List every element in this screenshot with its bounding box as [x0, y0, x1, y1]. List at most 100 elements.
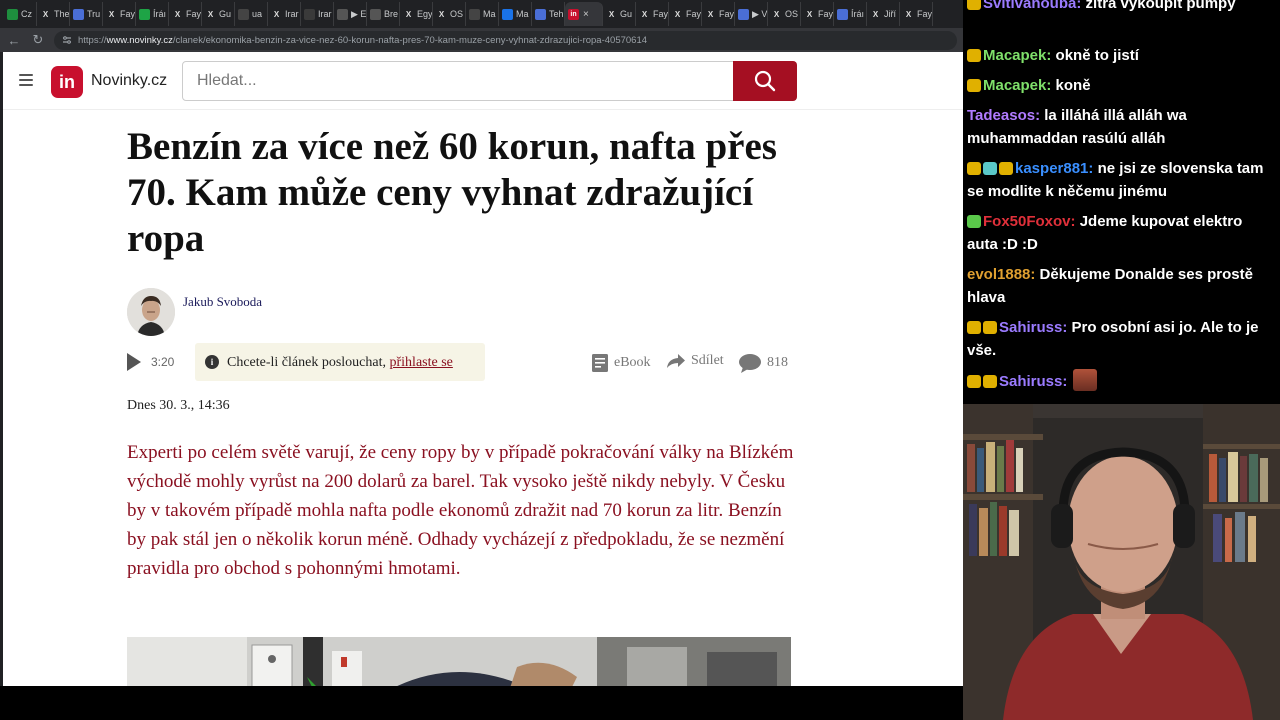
chat-badge-icon[interactable]	[967, 215, 981, 228]
browser-tab[interactable]: Bre	[367, 2, 400, 26]
search-input[interactable]	[182, 61, 734, 101]
x-logo-icon: X	[773, 9, 780, 19]
chat-username[interactable]: Sahiruss:	[999, 319, 1067, 336]
chat-badge-icon[interactable]	[983, 375, 997, 388]
article-perex: Experti po celém světě varují, že ceny r…	[127, 442, 794, 579]
browser-tab[interactable]: X Egy	[400, 2, 433, 26]
chat-username[interactable]: kasper881:	[1015, 160, 1093, 177]
x-logo-icon: X	[707, 9, 714, 19]
browser-tab[interactable]: X Fay	[702, 2, 735, 26]
tab-label: ▶ E	[351, 8, 367, 19]
site-name[interactable]: Novinky.cz	[91, 72, 167, 90]
chat-text: koně	[1051, 77, 1091, 94]
tab-close-icon[interactable]: ×	[583, 9, 589, 20]
audio-duration: 3:20	[151, 355, 175, 369]
chat-username[interactable]: Macapek:	[983, 47, 1051, 64]
browser-tab[interactable]: X OS	[768, 2, 801, 26]
article-photo[interactable]	[127, 637, 791, 686]
chat-badge-icon[interactable]	[967, 49, 981, 62]
browser-tab[interactable]: Ma	[466, 2, 499, 26]
author-avatar[interactable]	[127, 288, 175, 336]
browser-tab[interactable]: Tru	[70, 2, 103, 26]
site-header: in Novinky.cz	[3, 52, 963, 110]
chat-username[interactable]: Tadeasos:	[967, 107, 1040, 124]
search-button[interactable]	[733, 61, 797, 101]
ebook-icon	[592, 354, 608, 372]
tab-label: Fay	[653, 9, 669, 19]
tab-label: Gu	[219, 9, 232, 19]
browser-tab[interactable]: ▶ E	[334, 2, 367, 26]
chat-username[interactable]: Macapek:	[983, 77, 1051, 94]
novinky-logo[interactable]: in	[51, 66, 83, 98]
browser-tab[interactable]: X Gu	[603, 2, 636, 26]
browser-tab[interactable]: X Fay	[801, 2, 834, 26]
browser-tab[interactable]: X The	[37, 2, 70, 26]
browser-tab[interactable]: Irar	[301, 2, 334, 26]
back-arrow-icon[interactable]: ←	[6, 33, 22, 48]
chat-badge-icon[interactable]	[983, 162, 997, 175]
browser-tab[interactable]: Íráı	[834, 2, 867, 26]
browser-tab[interactable]: X Jiří	[867, 2, 900, 26]
chat-username[interactable]: Sahiruss:	[999, 373, 1067, 390]
tab-label: Fay	[120, 9, 136, 19]
chat-badge-icon[interactable]	[983, 321, 997, 334]
chat-badge-icon[interactable]	[967, 321, 981, 334]
chat-text: zítra vykoupit pumpy	[1081, 0, 1236, 12]
address-bar-row: ← ↻ https://www.novinky.cz/clanek/ekonom…	[0, 28, 963, 52]
chat-badge-icon[interactable]	[999, 162, 1013, 175]
x-logo-icon: X	[273, 9, 280, 19]
share-button[interactable]: Sdílet	[666, 353, 724, 369]
browser-tab[interactable]: in ×	[565, 2, 603, 26]
url-text: https://www.novinky.cz/clanek/ekonomika-…	[78, 34, 648, 46]
browser-tab[interactable]: X Fay	[669, 2, 702, 26]
chat-message: Sahiruss: Pro osobní asi jo. Ale to je v…	[967, 316, 1275, 362]
ebook-button[interactable]: eBook	[591, 353, 651, 373]
tab-label: ▶ V	[752, 8, 768, 19]
comments-count: 818	[767, 355, 788, 370]
menu-icon[interactable]	[19, 74, 33, 86]
chat-badge-icon[interactable]	[967, 375, 981, 388]
chat-username[interactable]: Svitivanouba:	[983, 0, 1081, 12]
play-icon[interactable]	[127, 353, 141, 371]
x-logo-icon: X	[207, 9, 214, 19]
page-icon	[337, 8, 348, 20]
screen: Cz X The Tru X Fay Íráı X Fay X Gu ua X Irar Irar ▶ E Br…	[0, 0, 1280, 720]
site-info-icon[interactable]	[62, 35, 72, 45]
url-field[interactable]: https://www.novinky.cz/clanek/ekonomika-…	[54, 30, 957, 50]
webcam-feed	[963, 404, 1280, 720]
author-name[interactable]: Jakub Svoboda	[183, 294, 262, 310]
tab-label: ua	[252, 9, 263, 19]
browser-tab[interactable]: X Fay	[636, 2, 669, 26]
browser-tab[interactable]: ▶ V	[735, 2, 768, 26]
login-link[interactable]: přihlaste se	[390, 355, 453, 370]
x-logo-icon: X	[608, 9, 615, 19]
browser-tab[interactable]: X Irar	[268, 2, 301, 26]
novinky-icon: in	[568, 8, 579, 20]
browser-tab[interactable]: X Fay	[900, 2, 933, 26]
browser-tab[interactable]: X Fay	[103, 2, 136, 26]
browser-tab[interactable]: Cz	[4, 2, 37, 26]
browser-tab[interactable]: Ma	[499, 2, 532, 26]
chat-username[interactable]: Fox50Foxov:	[983, 213, 1076, 230]
browser-tab[interactable]: Íráı	[136, 2, 169, 26]
chat-badge-icon[interactable]	[967, 0, 981, 10]
x-logo-icon: X	[438, 9, 445, 19]
search-icon	[754, 70, 776, 92]
browser-tab[interactable]: X OS	[433, 2, 466, 26]
tab-label: Jiří	[884, 9, 896, 19]
comments-button[interactable]: 818	[738, 353, 788, 373]
browser-tab[interactable]: ua	[235, 2, 268, 26]
browser-tab[interactable]: X Fay	[169, 2, 202, 26]
chat-badge-icon[interactable]	[967, 79, 981, 92]
chat-username[interactable]: evol1888:	[967, 266, 1035, 283]
reload-icon[interactable]: ↻	[30, 32, 46, 48]
tab-label: Íráı	[153, 9, 167, 19]
browser-tab[interactable]: Teh	[532, 2, 565, 26]
browser-tab[interactable]: X Gu	[202, 2, 235, 26]
chat-badge-icon[interactable]	[967, 162, 981, 175]
x-logo-icon: X	[872, 9, 879, 19]
listen-text: Chcete-li článek poslouchat,	[227, 355, 390, 370]
tab-label: The	[54, 9, 70, 19]
chat-message: Sahiruss:	[967, 369, 1275, 393]
chat-message: Fox50Foxov: Jdeme kupovat elektro auta :…	[967, 210, 1275, 256]
